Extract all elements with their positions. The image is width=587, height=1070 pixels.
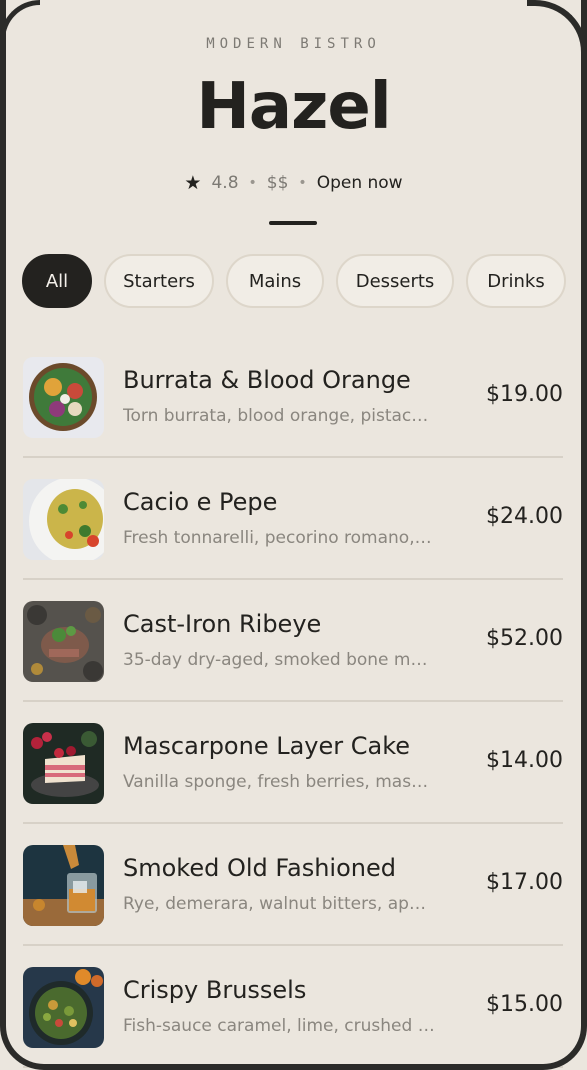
menu-item-row[interactable]: Smoked Old Fashioned Rye, demerara, waln… xyxy=(23,824,563,946)
dish-photo xyxy=(23,357,104,438)
dish-photo xyxy=(23,723,104,804)
menu-screen: MODERN BISTRO Hazel ★ 4.8 • $$ • Open no… xyxy=(0,0,587,1070)
tab-drinks[interactable]: Drinks xyxy=(466,254,566,308)
dish-description: 35-day dry-aged, smoked bone marr... xyxy=(123,650,435,670)
separator-dot: • xyxy=(298,175,307,191)
category-tabs: All Starters Mains Desserts Drinks xyxy=(22,254,566,308)
dish-description: Rye, demerara, walnut bitters, applew... xyxy=(123,894,435,914)
dish-price: $19.00 xyxy=(486,382,563,407)
dish-name: Smoked Old Fashioned xyxy=(123,854,396,882)
menu-item-row[interactable]: Mascarpone Layer Cake Vanilla sponge, fr… xyxy=(23,702,563,824)
dish-photo xyxy=(23,601,104,682)
restaurant-meta: ★ 4.8 • $$ • Open now xyxy=(0,172,587,194)
dish-description: Torn burrata, blood orange, pistachio... xyxy=(123,406,435,426)
dish-price: $15.00 xyxy=(486,992,563,1017)
dish-price: $17.00 xyxy=(486,870,563,895)
dish-description: Vanilla sponge, fresh berries, mascar... xyxy=(123,772,435,792)
dish-name: Cast-Iron Ribeye xyxy=(123,610,322,638)
dish-name: Crispy Brussels xyxy=(123,976,307,1004)
dish-price: $14.00 xyxy=(486,748,563,773)
dish-name: Cacio e Pepe xyxy=(123,488,278,516)
dish-name: Mascarpone Layer Cake xyxy=(123,732,411,760)
price-level: $$ xyxy=(266,173,289,193)
restaurant-title: Hazel xyxy=(196,70,391,144)
menu-item-row[interactable]: Crispy Brussels Fish-sauce caramel, lime… xyxy=(23,946,563,1068)
phone-frame: MODERN BISTRO Hazel ★ 4.8 • $$ • Open no… xyxy=(0,0,587,1070)
separator-dot: • xyxy=(248,175,257,191)
dish-photo xyxy=(23,845,104,926)
menu-list: Burrata & Blood Orange Torn burrata, blo… xyxy=(23,336,563,1068)
open-status: Open now xyxy=(316,173,403,193)
dish-photo xyxy=(23,479,104,560)
header-divider xyxy=(269,221,317,225)
tab-desserts[interactable]: Desserts xyxy=(336,254,454,308)
dish-price: $24.00 xyxy=(486,504,563,529)
dish-price: $52.00 xyxy=(486,626,563,651)
menu-item-row[interactable]: Cacio e Pepe Fresh tonnarelli, pecorino … xyxy=(23,458,563,580)
star-icon: ★ xyxy=(184,172,202,194)
dish-description: Fresh tonnarelli, pecorino romano, c... xyxy=(123,528,435,548)
dish-name: Burrata & Blood Orange xyxy=(123,366,411,394)
tab-starters[interactable]: Starters xyxy=(104,254,214,308)
rating-value: 4.8 xyxy=(211,173,239,193)
tab-mains[interactable]: Mains xyxy=(226,254,324,308)
menu-item-row[interactable]: Burrata & Blood Orange Torn burrata, blo… xyxy=(23,336,563,458)
dish-photo xyxy=(23,967,104,1048)
menu-item-row[interactable]: Cast-Iron Ribeye 35-day dry-aged, smoked… xyxy=(23,580,563,702)
tab-all[interactable]: All xyxy=(22,254,92,308)
restaurant-kicker: MODERN BISTRO xyxy=(206,36,381,52)
dish-description: Fish-sauce caramel, lime, crushed pe... xyxy=(123,1016,435,1036)
